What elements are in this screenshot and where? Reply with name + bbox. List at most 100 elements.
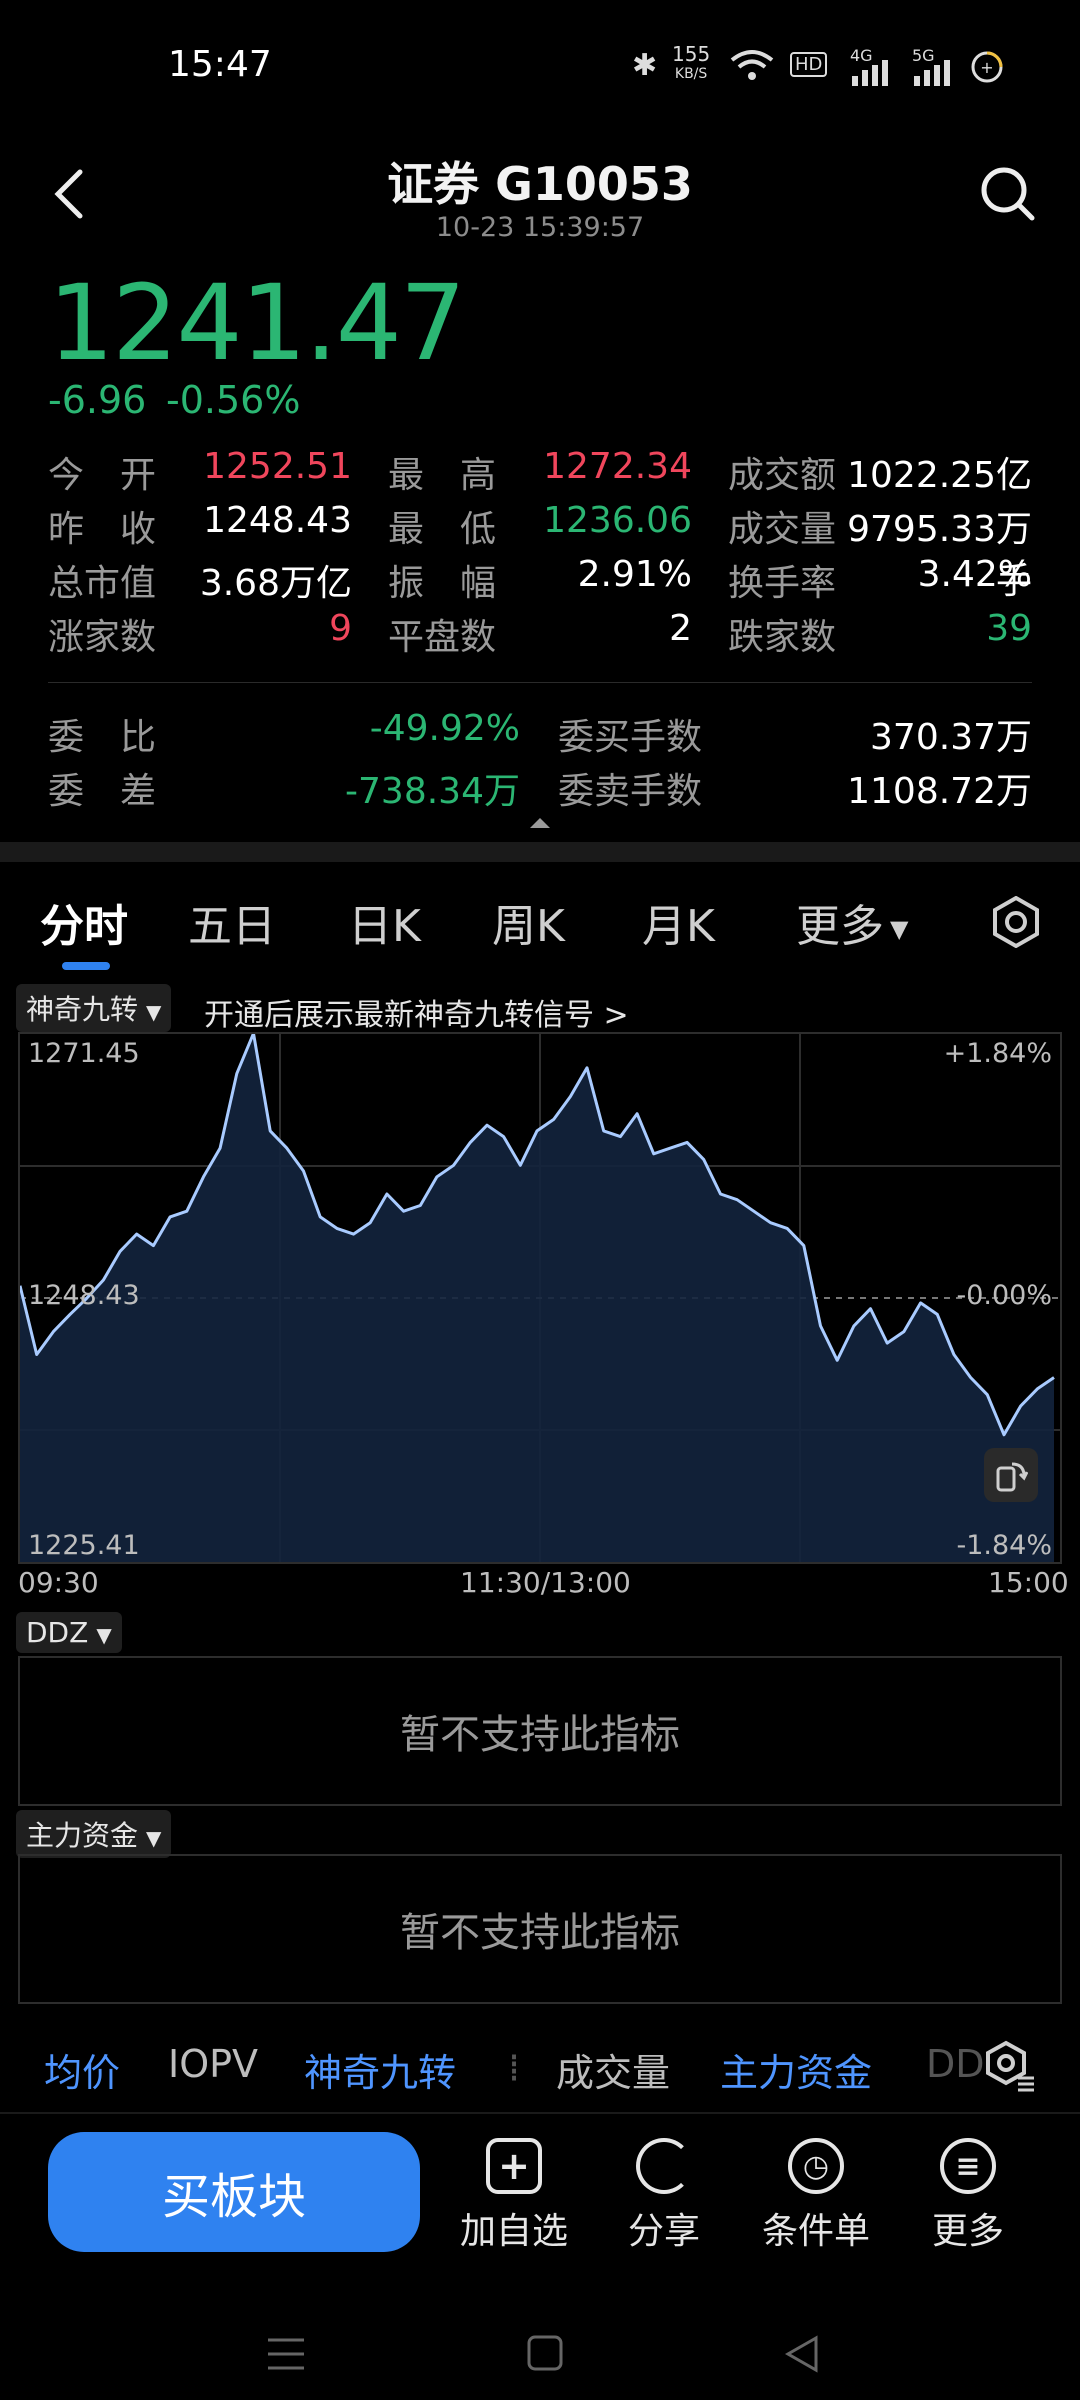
stat-value: 9 xyxy=(329,608,352,649)
order-stat-value: 1108.72万 xyxy=(847,771,1032,812)
indicator-select[interactable]: 神奇九转 ▼ xyxy=(16,984,172,1032)
share-label: 分享 xyxy=(627,2211,700,2252)
stat-value: 1252.51 xyxy=(203,446,352,487)
signal-icon xyxy=(852,60,888,86)
pct-axis-mid-prefix: - xyxy=(956,1280,967,1311)
price-change: -6.96 xyxy=(48,378,147,422)
menu-icon: ≡ xyxy=(940,2138,996,2194)
last-price: 1241.47 xyxy=(48,262,466,384)
order-stat-label: 委卖手数 xyxy=(558,771,703,812)
recent-apps-icon[interactable] xyxy=(266,2336,306,2372)
main-fund-indicator-label: 主力资金 xyxy=(26,1819,139,1852)
y-axis-bottom-label: 1225.41 xyxy=(28,1530,140,1561)
chevron-down-icon: ▼ xyxy=(146,1826,162,1850)
bluetooth-icon: ✱ xyxy=(632,48,658,83)
x-axis-label-end: 15:00 xyxy=(988,1566,1069,1599)
share-icon xyxy=(636,2138,692,2194)
ddz-panel-message: 暂不支持此指标 xyxy=(400,1712,680,1758)
order-stat-value: -738.34万 xyxy=(345,771,520,812)
tab-daily-k[interactable]: 日K xyxy=(348,890,421,954)
battery-icon: + xyxy=(971,51,1003,83)
status-bar: 15:47 ✱ 155 KB/S HD 4G 5G + xyxy=(0,0,1080,140)
rotate-icon xyxy=(996,1462,1028,1492)
pct-axis-mid-label: -0.00% xyxy=(956,1280,1052,1311)
chart-canvas xyxy=(20,1034,1060,1562)
signal-icon xyxy=(914,60,950,86)
intraday-chart: 1271.45 1248.43 1225.41 +1.84% -0.00% -1… xyxy=(18,1032,1062,1564)
ddz-panel: 暂不支持此指标 xyxy=(18,1656,1062,1806)
settings-icon[interactable] xyxy=(990,896,1042,948)
stat-value: 2.91% xyxy=(577,554,692,595)
tab-more-label: 更多 xyxy=(796,901,884,952)
add-watchlist-button[interactable]: + 加自选 xyxy=(444,2128,584,2254)
stat-value: 3.68万亿 xyxy=(199,563,352,604)
order-stat-value: 370.37万 xyxy=(870,717,1032,758)
quote-timestamp: 10-23 15:39:57 xyxy=(435,212,645,243)
order-stat-label: 委买手数 xyxy=(558,717,703,758)
plus-icon: + xyxy=(486,2138,542,2194)
indicator-tab-iopv[interactable]: IOPV xyxy=(168,2042,258,2086)
chevron-down-icon: ▼ xyxy=(96,1623,112,1647)
hd-badge: HD xyxy=(790,52,828,77)
back-nav-icon[interactable] xyxy=(782,2334,822,2374)
order-stat-label: 委 差 xyxy=(48,771,157,812)
clock-icon: ◷ xyxy=(788,2138,844,2194)
pct-axis-bottom-label: -1.84% xyxy=(956,1530,1052,1561)
collapse-icon[interactable] xyxy=(528,816,552,830)
indicator-tab-volume[interactable]: 成交量 xyxy=(556,2042,670,2097)
ddz-indicator-select[interactable]: DDZ ▼ xyxy=(16,1612,122,1653)
home-icon[interactable] xyxy=(526,2334,564,2372)
section-divider xyxy=(0,842,1080,862)
tab-five-day[interactable]: 五日 xyxy=(188,890,276,954)
tab-intraday[interactable]: 分时 xyxy=(40,890,128,954)
chevron-down-icon: ▼ xyxy=(890,915,909,943)
stat-value: 39 xyxy=(986,608,1032,649)
more-label: 更多 xyxy=(931,2211,1004,2252)
conditional-order-button[interactable]: ◷ 条件单 xyxy=(746,2128,886,2254)
indicator-settings-icon[interactable] xyxy=(984,2040,1036,2092)
more-button[interactable]: ≡ 更多 xyxy=(898,2128,1038,2254)
indicator-select-label: 神奇九转 xyxy=(26,993,139,1026)
indicator-tab-main-fund[interactable]: 主力资金 xyxy=(720,2042,872,2097)
stat-value: 1272.34 xyxy=(543,446,692,487)
order-stat-value: -49.92% xyxy=(369,708,520,749)
order-stat-label: 委 比 xyxy=(48,717,157,758)
main-fund-panel: 暂不支持此指标 xyxy=(18,1854,1062,2004)
divider xyxy=(48,682,1032,683)
active-tab-indicator xyxy=(62,962,110,970)
share-button[interactable]: 分享 xyxy=(594,2128,734,2254)
wifi-icon xyxy=(730,50,774,80)
chevron-down-icon: ▼ xyxy=(146,1000,162,1024)
indicator-tab-nine-turn[interactable]: 神奇九转 xyxy=(304,2042,456,2097)
ddz-indicator-label: DDZ xyxy=(26,1616,89,1649)
pct-axis-top-label: +1.84% xyxy=(943,1038,1052,1069)
y-axis-mid-label: 1248.43 xyxy=(28,1280,140,1311)
stat-value: 1022.25亿 xyxy=(847,455,1032,496)
y-axis-top-label: 1271.45 xyxy=(28,1038,140,1069)
stat-value: 3.42% xyxy=(917,554,1032,595)
indicator-hint-link[interactable]: 开通后展示最新神奇九转信号 > xyxy=(204,990,629,1034)
clock: 15:47 xyxy=(168,44,272,85)
x-axis-label-start: 09:30 xyxy=(18,1566,99,1599)
add-watchlist-label: 加自选 xyxy=(459,2211,568,2252)
buy-sector-button[interactable]: 买板块 xyxy=(48,2132,420,2252)
tab-monthly-k[interactable]: 月K xyxy=(642,890,715,954)
search-icon[interactable] xyxy=(978,164,1036,222)
indicator-tab-dd[interactable]: DD xyxy=(926,2042,985,2086)
rotate-screen-button[interactable] xyxy=(984,1448,1038,1502)
x-axis-label-mid: 11:30/13:00 xyxy=(460,1566,631,1599)
indicator-tab-separator: ⁞ xyxy=(508,2046,521,2090)
tab-more[interactable]: 更多 ▼ xyxy=(796,890,908,954)
system-nav-bar xyxy=(0,2290,1080,2400)
page-title: 证券 G10053 xyxy=(387,157,693,211)
price-change-pct: -0.56% xyxy=(166,378,301,422)
stat-value: 1236.06 xyxy=(543,500,692,541)
conditional-order-label: 条件单 xyxy=(761,2211,870,2252)
svg-text:+: + xyxy=(980,58,993,77)
main-fund-indicator-select[interactable]: 主力资金 ▼ xyxy=(16,1810,172,1858)
tab-weekly-k[interactable]: 周K xyxy=(492,890,565,954)
divider xyxy=(0,2112,1080,2114)
indicator-tab-avg[interactable]: 均价 xyxy=(44,2042,120,2097)
pct-axis-mid-value: 0.00% xyxy=(966,1280,1052,1311)
net-speed: 155 KB/S xyxy=(672,42,711,82)
